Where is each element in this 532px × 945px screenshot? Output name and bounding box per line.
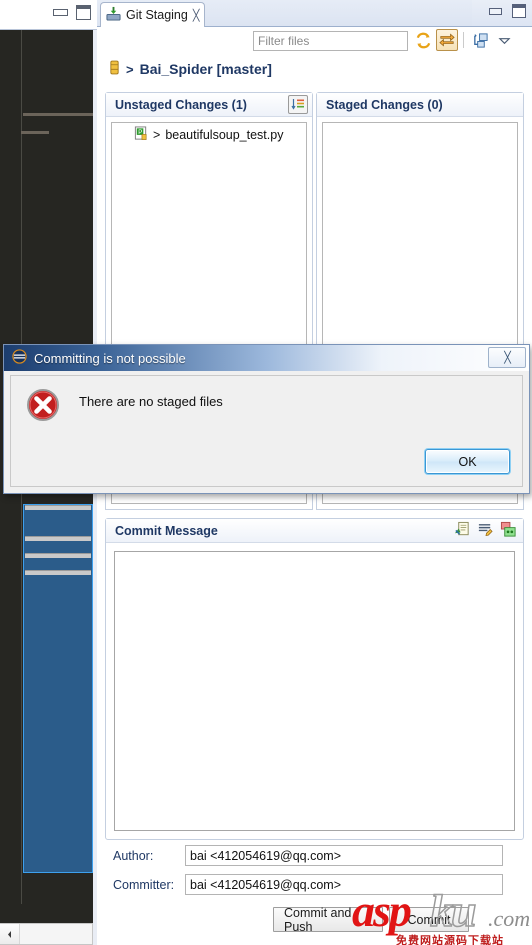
repository-header: > Bai_Spider [master] bbox=[97, 55, 532, 83]
view-toolbar: Filter files bbox=[97, 27, 532, 54]
close-icon[interactable]: ╳ bbox=[488, 347, 526, 368]
staged-changes-header: Staged Changes (0) bbox=[317, 93, 523, 117]
maximize-window-button[interactable] bbox=[76, 5, 91, 20]
selected-code-line bbox=[25, 553, 91, 558]
dialog-body: There are no staged files OK bbox=[10, 375, 523, 487]
add-change-id-icon[interactable] bbox=[477, 521, 494, 541]
list-item-label: beautifulsoup_test.py bbox=[165, 128, 284, 142]
tab-label: Git Staging bbox=[126, 8, 188, 22]
minimize-window-button[interactable] bbox=[53, 9, 68, 16]
dialog-title-bar: Committing is not possible ╳ bbox=[4, 345, 529, 371]
commit-message-title: Commit Message bbox=[115, 523, 218, 538]
amend-commit-icon[interactable] bbox=[500, 521, 517, 541]
committer-input[interactable]: bai <412054619@qq.com> bbox=[185, 874, 503, 895]
commit-message-panel: Commit Message bbox=[105, 518, 524, 840]
repository-separator: > bbox=[126, 61, 134, 77]
author-input[interactable]: bai <412054619@qq.com> bbox=[185, 845, 503, 866]
commit-and-push-button[interactable]: Commit and Push bbox=[273, 906, 383, 934]
unstaged-changes-title: Unstaged Changes (1) bbox=[115, 97, 247, 112]
tab-git-staging[interactable]: Git Staging ╳ bbox=[100, 2, 206, 27]
code-line bbox=[21, 131, 49, 134]
error-icon bbox=[26, 388, 60, 425]
close-icon[interactable]: ╳ bbox=[193, 9, 200, 22]
dialog-message: There are no staged files bbox=[79, 394, 223, 409]
ok-button[interactable]: OK bbox=[425, 449, 510, 474]
refresh-icon[interactable] bbox=[412, 29, 434, 51]
commit-button[interactable]: Commit bbox=[389, 907, 469, 932]
committer-field-row: Committer: bai <412054619@qq.com> bbox=[113, 874, 525, 895]
add-signed-off-icon[interactable] bbox=[454, 521, 471, 541]
editor-horizontal-scrollbar[interactable] bbox=[0, 923, 93, 945]
list-item-arrow: > bbox=[153, 128, 161, 142]
author-label: Author: bbox=[113, 848, 154, 863]
application-window: Git Staging ╳ Filter files > Bai_Spider … bbox=[0, 0, 532, 945]
git-staging-icon bbox=[106, 6, 121, 24]
commit-message-header: Commit Message bbox=[106, 519, 523, 543]
editor-window-bar bbox=[0, 0, 97, 30]
dialog-title: Committing is not possible bbox=[34, 350, 186, 366]
eclipse-icon bbox=[12, 349, 27, 367]
list-item[interactable]: P > beautifulsoup_test.py bbox=[112, 123, 306, 147]
staged-changes-title: Staged Changes (0) bbox=[326, 97, 443, 112]
repository-icon bbox=[109, 60, 120, 78]
commit-message-textarea[interactable] bbox=[114, 551, 515, 831]
selected-code-line bbox=[25, 536, 91, 541]
toolbar-icon-group bbox=[412, 29, 515, 51]
selected-code-line bbox=[25, 570, 91, 575]
sort-icon[interactable] bbox=[288, 95, 308, 114]
code-line bbox=[23, 113, 93, 116]
editor-selection-block[interactable] bbox=[23, 504, 93, 873]
minimize-view-button[interactable] bbox=[489, 7, 502, 15]
scroll-left-arrow-icon[interactable] bbox=[0, 924, 20, 944]
filter-files-input[interactable]: Filter files bbox=[253, 31, 408, 51]
selected-code-line bbox=[25, 505, 91, 510]
author-field-row: Author: bai <412054619@qq.com> bbox=[113, 845, 525, 866]
link-selection-icon[interactable] bbox=[436, 29, 458, 51]
unstaged-changes-header: Unstaged Changes (1) bbox=[106, 93, 312, 117]
toolbar-separator bbox=[463, 32, 464, 48]
repository-name: Bai_Spider [master] bbox=[139, 61, 272, 77]
view-menu-chevron-icon[interactable] bbox=[493, 29, 515, 51]
committer-label: Committer: bbox=[113, 877, 175, 892]
committing-not-possible-dialog: Committing is not possible ╳ There are n… bbox=[3, 344, 530, 494]
view-window-buttons bbox=[489, 4, 526, 18]
maximize-view-button[interactable] bbox=[512, 4, 526, 18]
filter-files-placeholder: Filter files bbox=[258, 34, 310, 48]
view-menu-layout-icon[interactable] bbox=[469, 29, 491, 51]
python-file-icon: P bbox=[134, 126, 148, 144]
commit-message-icon-group bbox=[454, 521, 517, 541]
